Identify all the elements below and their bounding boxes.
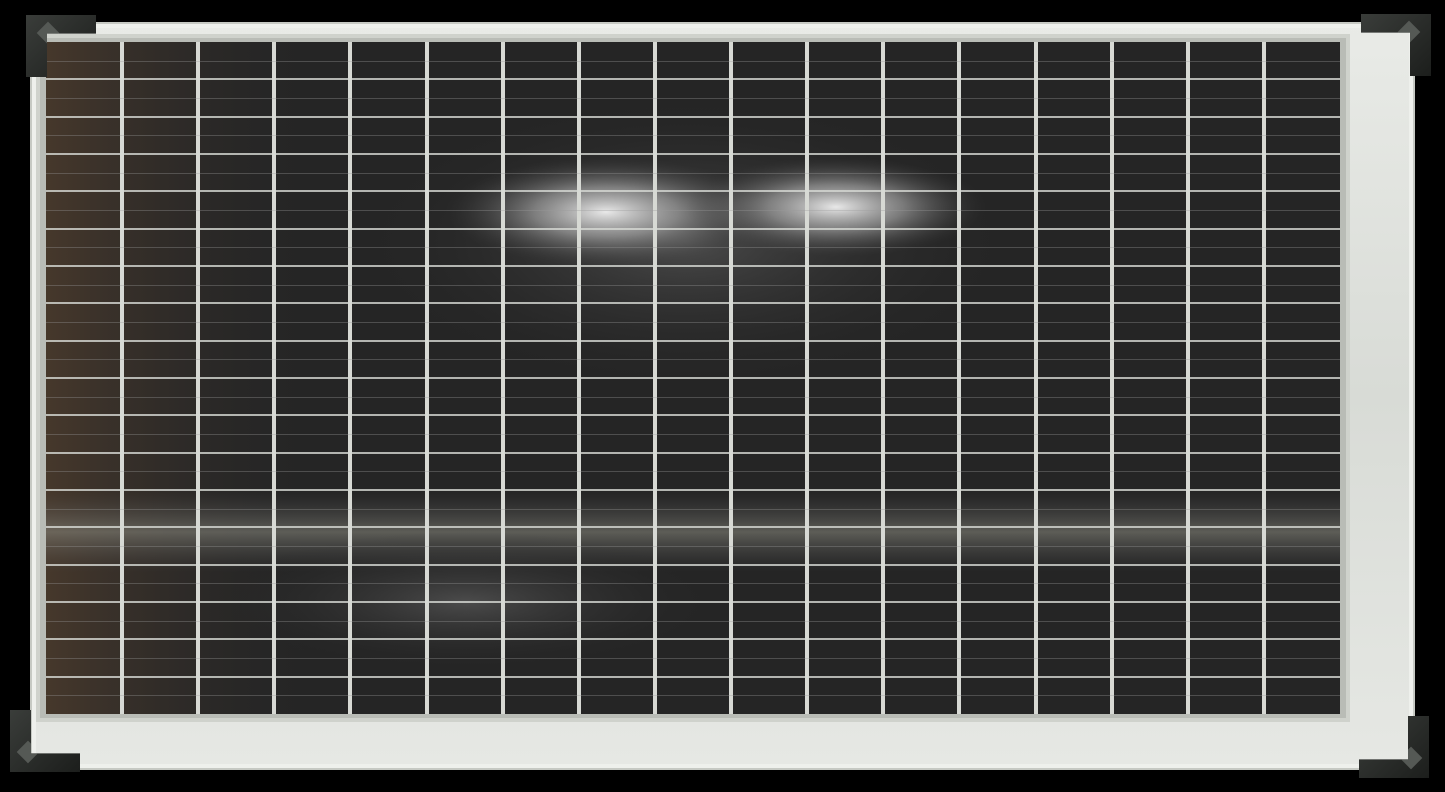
cell-busbar xyxy=(46,658,1340,659)
cell-busbar xyxy=(46,210,1340,211)
cell-row-gap xyxy=(46,601,1340,603)
cell-row-gap xyxy=(46,377,1340,379)
cell-row-gap xyxy=(46,452,1340,454)
cell-row-gap xyxy=(46,78,1340,80)
cell-busbar xyxy=(46,247,1340,248)
cell-busbar xyxy=(46,397,1340,398)
cell-grid-drawing xyxy=(46,42,1340,714)
reflection-band xyxy=(46,492,1340,572)
cell-row-gap xyxy=(46,676,1340,678)
cell-busbar xyxy=(46,98,1340,99)
cell-busbar xyxy=(46,322,1340,323)
cell-row-gap xyxy=(46,302,1340,304)
cell-busbar xyxy=(46,621,1340,622)
cell-busbar xyxy=(46,546,1340,547)
cell-busbar xyxy=(46,583,1340,584)
cell-row-gap xyxy=(46,526,1340,528)
cell-busbar xyxy=(46,471,1340,472)
cell-row-gap xyxy=(46,228,1340,230)
cell-busbar xyxy=(46,285,1340,286)
cell-busbar xyxy=(46,135,1340,136)
cell-busbar xyxy=(46,434,1340,435)
cell-row-gap xyxy=(46,340,1340,342)
cell-busbar xyxy=(46,61,1340,62)
cell-busbar xyxy=(46,173,1340,174)
cell-row-gap xyxy=(46,638,1340,640)
cell-row-gap xyxy=(46,414,1340,416)
cell-busbar xyxy=(46,509,1340,510)
cell-busbar xyxy=(46,695,1340,696)
solar-cell-array xyxy=(46,42,1340,714)
cell-row-gap xyxy=(46,489,1340,491)
photo-canvas xyxy=(0,0,1445,792)
cell-row-gap xyxy=(46,265,1340,267)
cell-row-gap xyxy=(46,190,1340,192)
cell-row-gap xyxy=(46,564,1340,566)
cell-row-gap xyxy=(46,116,1340,118)
cell-row-gap xyxy=(46,153,1340,155)
cell-busbar xyxy=(46,359,1340,360)
